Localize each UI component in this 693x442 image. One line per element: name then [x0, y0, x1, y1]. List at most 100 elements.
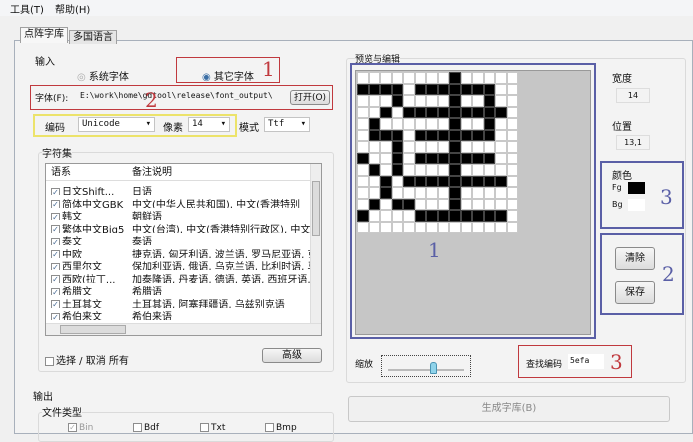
- mode-label: 模式: [239, 123, 259, 134]
- annotation-2: 2: [662, 262, 675, 286]
- tab-multilanguage[interactable]: 多国语言: [69, 30, 117, 44]
- fg-color-swatch[interactable]: [628, 182, 645, 194]
- charset-desc: 保加利亚语, 俄语, 乌克兰语, 比利时语, 马: [132, 262, 311, 270]
- list-item[interactable]: ✓ 希腊文 希腊语: [46, 283, 311, 295]
- charset-name: 希伯来文: [62, 312, 102, 320]
- pixel-select[interactable]: 14: [188, 117, 230, 132]
- list-item[interactable]: ✓ 日文Shift... 日语: [46, 183, 311, 195]
- checkbox[interactable]: ✓: [51, 262, 60, 270]
- charset-list[interactable]: 语系 备注说明 ✓ 日文Shift... 日语 ✓ 简体中文GBK 中文(中华人民共和国)…: [45, 163, 322, 336]
- column-header[interactable]: 语系: [51, 165, 71, 180]
- charset-desc: 加泰隆语, 丹麦语, 德语, 英语, 西班牙语, 芬: [132, 274, 311, 283]
- list-item[interactable]: ✓ 西欧(拉丁... 加泰隆语, 丹麦语, 德语, 英语, 西班牙语, 芬: [46, 271, 311, 283]
- mode-select[interactable]: Ttf: [264, 117, 310, 132]
- open-button[interactable]: 打开(O): [290, 90, 330, 105]
- charset-title: 字符集: [42, 145, 72, 160]
- select-all-label: 选择 / 取消 所有: [56, 356, 129, 367]
- list-item[interactable]: ✓ 希伯来文 希伯来语: [46, 308, 311, 320]
- width-label: 宽度: [612, 74, 632, 85]
- list-item[interactable]: ✓ 简体中文GBK 中文(中华人民共和国), 中文(香港特别: [46, 196, 311, 208]
- charset-name: 韩文: [62, 212, 82, 220]
- pixel-label: 像素: [163, 123, 183, 134]
- checkbox-bdf[interactable]: Bdf: [133, 423, 159, 433]
- checkbox[interactable]: ✓: [51, 287, 60, 295]
- bg-color-swatch[interactable]: [628, 199, 645, 211]
- generate-font-button[interactable]: 生成字库(B): [348, 396, 670, 422]
- charset-desc: 朝鲜语: [132, 212, 162, 220]
- checkbox[interactable]: ✓: [51, 200, 60, 208]
- charset-desc: 土耳其语, 阿塞拜疆语, 乌兹别克语: [132, 299, 285, 308]
- input-title: 输入: [35, 57, 55, 68]
- checkbox[interactable]: ✓: [51, 187, 60, 195]
- charset-name: 简体中文GBK: [62, 199, 124, 208]
- vertical-scrollbar[interactable]: [310, 164, 321, 324]
- position-value: 13,1: [616, 135, 650, 150]
- charset-name: 中欧: [62, 249, 82, 258]
- file-type-title: 文件类型: [42, 404, 82, 419]
- fg-label: Fg: [612, 183, 622, 192]
- checkbox-bin[interactable]: ✓ Bin: [68, 423, 93, 433]
- output-title: 输出: [33, 392, 53, 403]
- checkbox[interactable]: ✓: [51, 250, 60, 258]
- zoom-slider-thumb[interactable]: [430, 362, 437, 374]
- column-header[interactable]: 备注说明: [132, 165, 172, 180]
- encoding-label: 编码: [45, 123, 65, 134]
- horizontal-scrollbar[interactable]: [46, 323, 321, 335]
- font-path-field[interactable]: E:\work\home\gdtool\release\font_output\: [80, 91, 286, 100]
- charset-name: 西里尔文: [62, 262, 102, 270]
- checkbox[interactable]: ✓: [51, 212, 60, 220]
- radio-label: 系统字体: [88, 72, 129, 83]
- find-code-label: 查找编码: [526, 360, 563, 370]
- find-code-input[interactable]: 5efa: [568, 354, 604, 369]
- width-value: 14: [616, 88, 650, 103]
- list-item[interactable]: ✓ 土耳其文 土耳其语, 阿塞拜疆语, 乌兹别克语: [46, 296, 311, 308]
- annotation-1: 1: [262, 57, 275, 81]
- charset-name: 繁体中文Big5: [62, 224, 125, 233]
- charset-name: 西欧(拉丁...: [62, 274, 116, 283]
- save-button[interactable]: 保存: [615, 281, 655, 304]
- bg-label: Bg: [612, 200, 623, 209]
- list-header: 语系 备注说明: [46, 165, 321, 181]
- checkbox-txt[interactable]: Txt: [200, 423, 225, 433]
- color-label: 颜色: [612, 171, 632, 182]
- checkbox[interactable]: ✓: [51, 312, 60, 320]
- charset-name: 希腊文: [62, 287, 92, 295]
- radio-other-font[interactable]: ◉ 其它字体: [202, 68, 254, 83]
- charset-desc: 希腊语: [132, 287, 162, 295]
- menu-tools[interactable]: 工具(T): [10, 1, 44, 16]
- clear-button[interactable]: 清除: [615, 247, 655, 270]
- list-item[interactable]: ✓ 泰文 泰语: [46, 233, 311, 245]
- select-all-checkbox[interactable]: 选择 / 取消 所有: [45, 352, 129, 367]
- charset-name: 日文Shift...: [62, 187, 115, 195]
- charset-name: 泰文: [62, 237, 82, 245]
- annotation-3: 3: [660, 185, 673, 209]
- charset-desc: 捷克语, 匈牙利语, 波兰语, 罗马尼亚语, 克: [132, 249, 311, 258]
- tab-dot-matrix[interactable]: 点阵字库: [20, 27, 68, 43]
- checkbox[interactable]: ✓: [51, 300, 60, 308]
- charset-name: 土耳其文: [62, 299, 102, 308]
- font-label: 字体(F):: [35, 94, 69, 104]
- zoom-label: 缩放: [355, 360, 374, 370]
- checkbox[interactable]: ✓: [51, 275, 60, 283]
- menu-help[interactable]: 帮助(H): [55, 1, 90, 16]
- charset-desc: 中文(中华人民共和国), 中文(香港特别: [132, 199, 301, 208]
- zoom-slider[interactable]: [381, 355, 471, 377]
- menu-bar: 工具(T) 帮助(H): [0, 0, 693, 16]
- charset-desc: 泰语: [132, 237, 152, 245]
- list-item[interactable]: ✓ 繁体中文Big5 中文(台湾), 中文(香港特别行政区), 中文: [46, 221, 311, 233]
- annotation-2: 2: [145, 88, 158, 112]
- advanced-button[interactable]: 高级: [262, 348, 322, 363]
- list-item[interactable]: ✓ 韩文 朝鲜语: [46, 208, 311, 220]
- charset-desc: 中文(台湾), 中文(香港特别行政区), 中文: [132, 224, 311, 233]
- checkbox-bmp[interactable]: Bmp: [265, 423, 297, 433]
- annotation-1: 1: [428, 238, 441, 262]
- radio-system-font[interactable]: ◎ 系统字体: [77, 68, 129, 83]
- charset-desc: 日语: [132, 187, 152, 195]
- annotation-3: 3: [610, 350, 623, 374]
- list-item[interactable]: ✓ 中欧 捷克语, 匈牙利语, 波兰语, 罗马尼亚语, 克: [46, 246, 311, 258]
- checkbox[interactable]: ✓: [51, 225, 60, 233]
- list-item[interactable]: ✓ 西里尔文 保加利亚语, 俄语, 乌克兰语, 比利时语, 马: [46, 258, 311, 270]
- checkbox[interactable]: ✓: [51, 237, 60, 245]
- encoding-select[interactable]: Unicode: [78, 117, 155, 132]
- position-label: 位置: [612, 122, 632, 133]
